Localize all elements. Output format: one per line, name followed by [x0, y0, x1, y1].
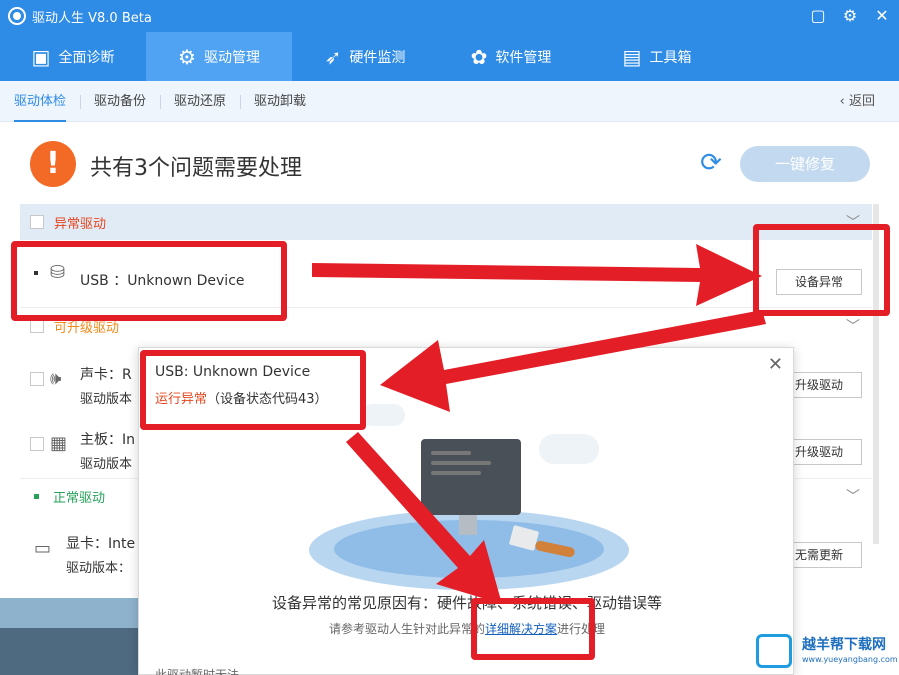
nav-driver-manage[interactable]: ⚙ 驱动管理: [146, 32, 292, 81]
feedback-icon[interactable]: ▢: [809, 6, 827, 26]
cloud-illustration: [539, 434, 599, 464]
title-bar: 驱动人生 V8.0 Beta ▢ ⚙ ✕: [0, 0, 899, 32]
rocket-icon: ➶: [324, 44, 342, 69]
driver-version: 驱动版本: [80, 457, 133, 472]
app-title: 驱动人生 V8.0 Beta: [32, 10, 152, 26]
driver-checkbox[interactable]: [30, 372, 44, 386]
nav-diagnose[interactable]: ▣ 全面诊断: [0, 32, 146, 81]
highlight-dialog-title: [140, 350, 366, 430]
driver-name: 显卡：Inte: [66, 536, 136, 552]
driver-version: 驱动版本: [80, 392, 133, 407]
tab-driver-backup[interactable]: 驱动备份: [80, 81, 160, 122]
gear-icon: ⚙: [178, 44, 196, 69]
section-title: 正常驱动: [53, 490, 106, 506]
summary-panel: ! 共有3个问题需要处理 ⟳ 一键修复: [0, 122, 899, 204]
app-logo-icon: [8, 7, 26, 25]
nav-toolbox[interactable]: ▤ 工具箱: [584, 32, 730, 81]
monitor-illustration: [421, 439, 521, 515]
driver-name: 声卡：R: [80, 367, 132, 383]
section-checkbox[interactable]: [30, 319, 44, 333]
watermark-name: 越羊帮下载网: [802, 637, 886, 653]
watermark: 越羊帮下载网 www.yueyangbang.com: [750, 628, 899, 675]
section-checkbox[interactable]: [30, 215, 44, 229]
section-abnormal[interactable]: 异常驱动 ﹀: [20, 204, 872, 240]
chevron-down-icon[interactable]: ﹀: [846, 316, 860, 336]
banner-image: [0, 598, 140, 675]
close-icon[interactable]: ✕: [768, 354, 783, 375]
bullet-icon: [34, 493, 39, 499]
tab-driver-restore[interactable]: 驱动还原: [160, 81, 240, 122]
settings-icon[interactable]: ⚙: [841, 6, 859, 26]
main-nav: ▣ 全面诊断 ⚙ 驱动管理 ➶ 硬件监测 ✿ 软件管理 ▤ 工具箱: [0, 32, 899, 81]
graphics-card-icon: ▭: [34, 538, 52, 559]
toolbox-icon: ▤: [622, 44, 642, 69]
chevron-left-icon: ‹: [839, 94, 849, 109]
cloud-illustration: [361, 404, 405, 426]
sub-nav: 驱动体检 驱动备份 驱动还原 驱动卸载 ‹ 返回: [0, 81, 899, 122]
driver-name: 主板：In: [80, 432, 136, 448]
tab-driver-check[interactable]: 驱动体检: [0, 81, 80, 122]
close-icon[interactable]: ✕: [873, 6, 891, 26]
error-reason: 设备异常的常见原因有：硬件故障、系统错误、驱动错误等: [271, 594, 662, 612]
speaker-icon: 🕪: [50, 368, 62, 389]
driver-checkbox[interactable]: [30, 437, 44, 451]
back-button[interactable]: ‹ 返回: [840, 81, 875, 122]
apps-icon: ✿: [470, 44, 488, 69]
wifi-house-icon: [756, 634, 792, 668]
page-title: 共有3个问题需要处理: [90, 156, 302, 181]
nav-hardware-monitor[interactable]: ➶ 硬件监测: [292, 32, 438, 81]
refresh-icon[interactable]: ⟳: [696, 148, 726, 178]
section-title: 异常驱动: [54, 216, 107, 232]
monitor-check-icon: ▣: [31, 44, 51, 69]
one-click-fix-button[interactable]: 一键修复: [740, 146, 870, 182]
watermark-url: www.yueyangbang.com: [802, 655, 898, 664]
driver-version: 驱动版本：: [66, 561, 132, 576]
nav-software-manage[interactable]: ✿ 软件管理: [438, 32, 584, 81]
highlight-error-button: [753, 224, 890, 316]
highlight-usb-name: [11, 241, 287, 321]
dialog-footer: 此驱动暂时无法: [155, 668, 240, 675]
highlight-solution-link: [471, 598, 595, 660]
motherboard-icon: ▦: [50, 433, 68, 454]
solution-hint: 请参考驱动人生针对此异常的详细解决方案进行处理: [328, 622, 606, 636]
alert-icon: !: [30, 141, 76, 187]
chevron-down-icon[interactable]: ﹀: [846, 486, 860, 506]
window-controls: ▢ ⚙ ✕: [809, 6, 891, 26]
tab-driver-uninstall[interactable]: 驱动卸载: [240, 81, 320, 122]
